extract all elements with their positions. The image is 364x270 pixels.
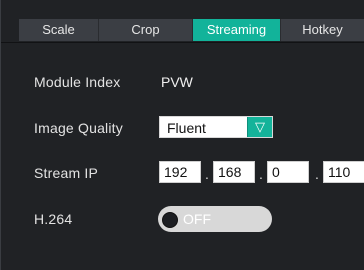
h264-label: H.264 (34, 211, 73, 227)
ip-separator-2: . (259, 166, 263, 182)
module-index-label: Module Index (34, 74, 121, 90)
stream-ip-label: Stream IP (34, 165, 99, 181)
tab-bar: Scale Crop Streaming Hotkey (1, 0, 364, 43)
toggle-state-text: OFF (183, 211, 211, 227)
stream-ip-octet-4[interactable] (323, 161, 364, 183)
stream-ip-octet-2[interactable] (213, 161, 255, 183)
dropdown-arrow-icon[interactable]: ▽ (247, 117, 272, 137)
tab-scale[interactable]: Scale (19, 19, 99, 41)
image-quality-label: Image Quality (34, 120, 123, 136)
image-quality-selected-value: Fluent (167, 120, 206, 136)
h264-toggle[interactable]: OFF (158, 206, 272, 232)
module-index-value: PVW (161, 74, 193, 90)
ip-separator-1: . (205, 166, 209, 182)
stream-ip-octet-3[interactable] (267, 161, 309, 183)
tab-streaming[interactable]: Streaming (193, 19, 281, 41)
streaming-settings-panel: Scale Crop Streaming Hotkey Module Index… (0, 0, 364, 270)
toggle-knob (162, 212, 178, 228)
image-quality-select[interactable]: Fluent ▽ (159, 116, 273, 138)
tab-hotkey[interactable]: Hotkey (281, 19, 364, 41)
stream-ip-octet-1[interactable] (159, 161, 201, 183)
ip-separator-3: . (315, 166, 319, 182)
tab-crop[interactable]: Crop (99, 19, 193, 41)
